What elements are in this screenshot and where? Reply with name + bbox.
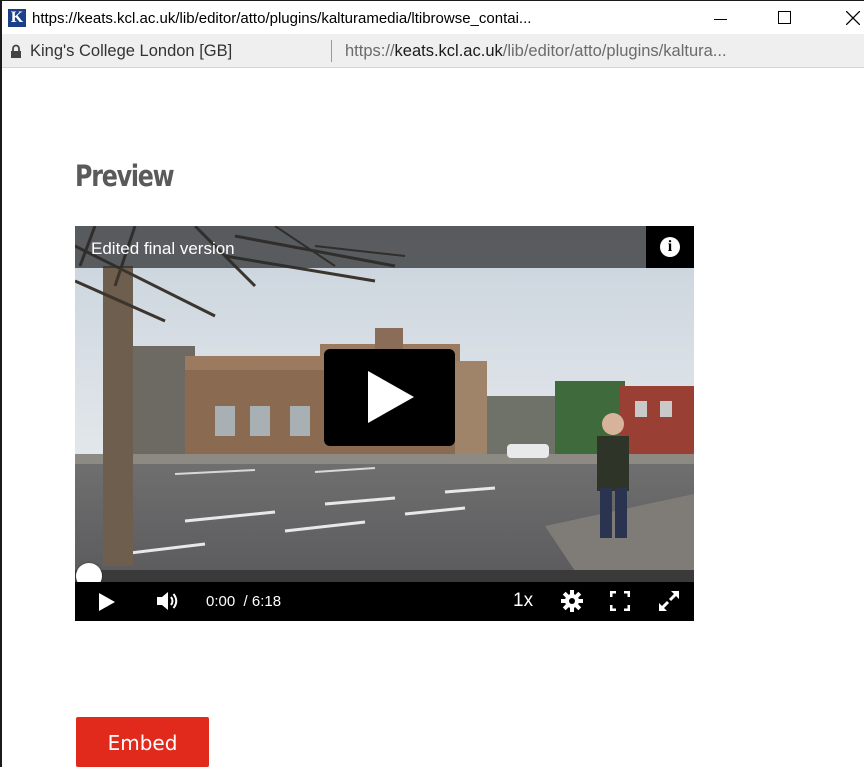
- lock-icon: [11, 44, 21, 58]
- fullscreen-icon[interactable]: [610, 591, 630, 611]
- address-bar[interactable]: King's College London [GB] https://keats…: [2, 34, 864, 68]
- page-title: Preview: [75, 159, 175, 193]
- url-host: keats.kcl.ac.uk: [394, 42, 503, 60]
- video-title-bar: Edited final version: [75, 226, 694, 268]
- title-bar: K https://keats.kcl.ac.uk/lib/editor/att…: [2, 1, 864, 34]
- duration: / 6:18: [243, 593, 282, 610]
- kcl-app-icon: K: [8, 9, 26, 27]
- close-button[interactable]: [832, 5, 864, 31]
- video-title: Edited final version: [91, 239, 235, 258]
- browser-popup-window: K https://keats.kcl.ac.uk/lib/editor/att…: [0, 0, 864, 767]
- video-player[interactable]: Edited final version i 0:00 / 6:18 1x: [75, 226, 694, 621]
- minimize-button[interactable]: [700, 5, 740, 31]
- volume-icon[interactable]: [157, 591, 179, 611]
- time-display: 0:00 / 6:18: [206, 593, 281, 610]
- big-play-button[interactable]: [324, 349, 455, 446]
- play-icon: [368, 371, 414, 423]
- playback-speed-button[interactable]: 1x: [513, 590, 533, 612]
- info-icon: i: [660, 237, 680, 257]
- address-divider: [331, 40, 332, 62]
- gear-icon[interactable]: [561, 590, 583, 612]
- url-scheme: https://: [345, 42, 395, 60]
- page-url: https://keats.kcl.ac.uk/lib/editor/atto/…: [345, 42, 727, 61]
- expand-icon[interactable]: [658, 590, 680, 612]
- progress-bar[interactable]: [75, 570, 694, 582]
- current-time: 0:00: [206, 593, 236, 610]
- info-button[interactable]: i: [646, 226, 694, 268]
- control-bar: 0:00 / 6:18 1x: [75, 582, 694, 621]
- play-icon[interactable]: [99, 593, 115, 611]
- certificate-org: King's College London [GB]: [30, 42, 233, 60]
- close-icon: [846, 11, 860, 25]
- url-path: /lib/editor/atto/plugins/kaltura...: [502, 42, 727, 60]
- maximize-button[interactable]: [764, 5, 804, 31]
- embed-button[interactable]: Embed: [76, 717, 209, 767]
- window-title: https://keats.kcl.ac.uk/lib/editor/atto/…: [32, 10, 532, 27]
